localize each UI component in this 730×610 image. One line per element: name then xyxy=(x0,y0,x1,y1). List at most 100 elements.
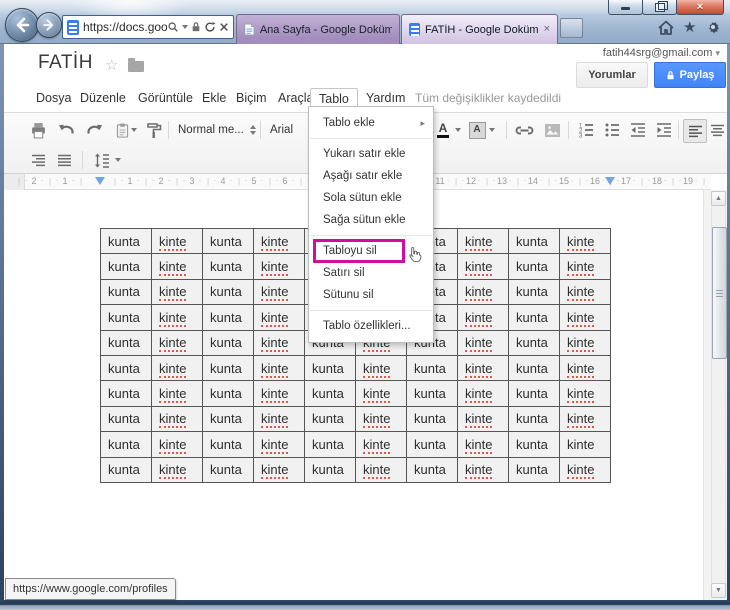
align-right-icon[interactable] xyxy=(26,149,50,171)
table-cell[interactable]: kinte xyxy=(151,253,203,280)
decrease-indent-icon[interactable] xyxy=(626,119,650,141)
tab-title[interactable]: Ana Sayfa - Google Dokümanlar xyxy=(260,24,392,36)
table-cell[interactable]: kunta xyxy=(508,253,560,280)
menu-item-yukarı-satır-ekle[interactable]: Yukarı satır ekle xyxy=(309,143,433,165)
table-cell[interactable]: kinte xyxy=(253,354,305,382)
document-title[interactable]: FATİH xyxy=(38,52,93,74)
table-cell[interactable]: kinte xyxy=(559,304,611,331)
table-cell[interactable]: kinte xyxy=(355,456,407,483)
table-cell[interactable]: kunta xyxy=(304,380,356,407)
favorites-star-icon[interactable]: ★ xyxy=(683,20,696,35)
table-cell[interactable]: kunta xyxy=(202,456,254,483)
print-icon[interactable] xyxy=(26,119,50,141)
table-cell[interactable]: kinte xyxy=(457,380,509,407)
font-selector[interactable]: Arial xyxy=(270,120,310,140)
menu-item-sütunu-sil[interactable]: Sütunu sil xyxy=(309,284,433,306)
share-button[interactable]: Paylaş xyxy=(654,62,726,88)
table-cell[interactable]: kunta xyxy=(202,278,254,306)
table-cell[interactable]: kinte xyxy=(253,278,305,306)
table-cell[interactable]: kunta xyxy=(406,431,458,458)
table-cell[interactable]: kunta xyxy=(202,431,254,458)
line-spacing-icon[interactable] xyxy=(90,149,114,171)
style-selector[interactable]: Normal me... xyxy=(178,120,256,140)
settings-gear-icon[interactable] xyxy=(705,19,721,35)
tab-fatih-active[interactable]: FATİH - Google Dokümanlar × xyxy=(401,14,558,44)
menu-item-aşağı-satır-ekle[interactable]: Aşağı satır ekle xyxy=(309,165,433,187)
table-cell[interactable]: kinte xyxy=(253,456,305,483)
table-cell[interactable]: kunta xyxy=(100,304,152,331)
table-cell[interactable]: kunta xyxy=(100,329,152,356)
table-cell[interactable]: kunta xyxy=(100,227,152,255)
comments-button[interactable]: Yorumlar xyxy=(576,62,648,88)
scrollbar-up-button[interactable]: ▲ xyxy=(711,191,726,206)
table-cell[interactable]: kunta xyxy=(406,456,458,483)
table-cell[interactable]: kunta xyxy=(100,253,152,280)
menu-item-tablo-özellikleri[interactable]: Tablo özellikleri... xyxy=(309,315,433,337)
table-cell[interactable]: kinte xyxy=(253,304,305,331)
table-cell[interactable]: kunta xyxy=(508,278,560,306)
table-cell[interactable]: kunta xyxy=(304,354,356,382)
tab-close-icon[interactable]: × xyxy=(544,24,550,35)
table-cell[interactable]: kinte xyxy=(253,431,305,458)
menu-item-sağa-sütun-ekle[interactable]: Sağa sütun ekle xyxy=(309,209,433,231)
table-cell[interactable]: kunta xyxy=(202,405,254,433)
table-cell[interactable]: kinte xyxy=(253,329,305,356)
table-cell[interactable]: kunta xyxy=(508,456,560,483)
increase-indent-icon[interactable] xyxy=(652,119,676,141)
table-cell[interactable]: kinte xyxy=(151,405,203,433)
menu-item-tabloyu-sil[interactable]: Tabloyu sil xyxy=(309,239,433,263)
table-cell[interactable]: kunta xyxy=(304,405,356,433)
table-cell[interactable]: kinte xyxy=(559,227,611,255)
indent-marker-left[interactable] xyxy=(95,177,105,185)
table-cell[interactable]: kunta xyxy=(202,304,254,331)
home-icon[interactable] xyxy=(658,20,674,35)
table-cell[interactable]: kunta xyxy=(508,304,560,331)
table-cell[interactable]: kunta xyxy=(406,354,458,382)
table-cell[interactable]: kunta xyxy=(100,278,152,306)
table-cell[interactable]: kinte xyxy=(559,456,611,483)
table-cell[interactable]: kinte xyxy=(559,253,611,280)
table-cell[interactable]: kinte xyxy=(151,227,203,255)
table-cell[interactable]: kinte xyxy=(457,329,509,356)
table-cell[interactable]: kunta xyxy=(406,380,458,407)
table-cell[interactable]: kinte xyxy=(559,278,611,306)
table-cell[interactable]: kunta xyxy=(100,405,152,433)
text-color-icon[interactable]: A xyxy=(434,119,452,141)
table-cell[interactable]: kunta xyxy=(508,405,560,433)
align-left-icon[interactable] xyxy=(683,119,707,143)
table-cell[interactable]: kinte xyxy=(457,278,509,306)
table-cell[interactable]: kinte xyxy=(457,253,509,280)
menubar-item-biçim[interactable]: Biçim xyxy=(230,88,273,108)
table-cell[interactable]: kunta xyxy=(100,354,152,382)
new-tab-button[interactable] xyxy=(560,18,583,38)
menubar-item-yardım[interactable]: Yardım xyxy=(360,88,411,108)
justify-icon[interactable] xyxy=(52,149,76,171)
menubar-item-görüntüle[interactable]: Görüntüle xyxy=(132,88,199,108)
table-cell[interactable]: kunta xyxy=(508,354,560,382)
tab-title[interactable]: FATİH - Google Dokümanlar xyxy=(425,24,539,36)
table-cell[interactable]: kunta xyxy=(508,227,560,255)
table-cell[interactable]: kinte xyxy=(457,456,509,483)
back-button[interactable] xyxy=(5,8,39,42)
redo-icon[interactable] xyxy=(82,119,106,141)
menu-item-tablo-ekle[interactable]: Tablo ekle ▸ xyxy=(309,112,433,134)
table-cell[interactable]: kinte xyxy=(355,380,407,407)
table-cell[interactable]: kunta xyxy=(508,329,560,356)
search-caret-icon[interactable] xyxy=(182,25,188,29)
table-cell[interactable]: kinte xyxy=(151,380,203,407)
address-bar[interactable]: https://docs.goo... xyxy=(62,15,234,39)
table-cell[interactable]: kunta xyxy=(202,380,254,407)
table-cell[interactable]: kunta xyxy=(304,456,356,483)
table-cell[interactable]: kinte xyxy=(559,354,611,382)
text-color-caret-icon[interactable] xyxy=(452,119,464,141)
table-cell[interactable]: kinte xyxy=(151,354,203,382)
insert-image-icon[interactable] xyxy=(540,119,564,141)
table-cell[interactable]: kinte xyxy=(355,431,407,458)
table-cell[interactable]: kinte xyxy=(253,405,305,433)
scrollbar-thumb[interactable] xyxy=(712,227,727,359)
table-cell[interactable]: kinte xyxy=(457,405,509,433)
table-cell[interactable]: kinte xyxy=(253,227,305,255)
line-spacing-caret-icon[interactable] xyxy=(112,149,124,171)
table-cell[interactable]: kinte xyxy=(559,329,611,356)
stop-icon[interactable] xyxy=(219,22,229,32)
